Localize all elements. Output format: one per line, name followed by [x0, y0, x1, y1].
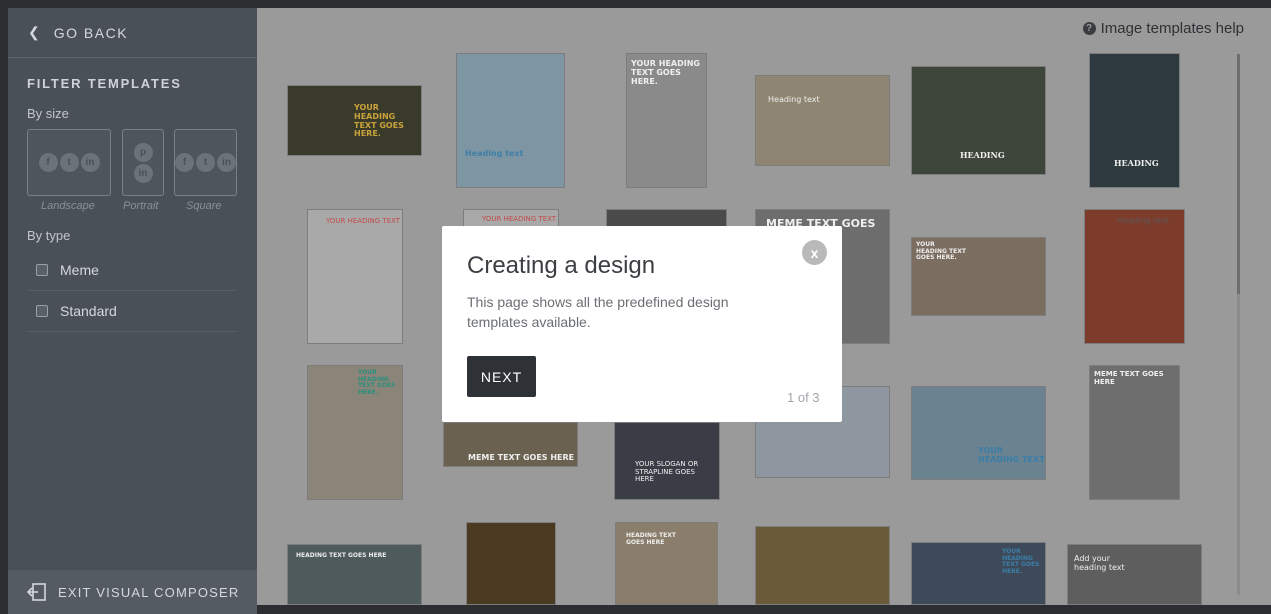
- exit-visual-composer-button[interactable]: EXIT VISUAL COMPOSER: [8, 570, 257, 614]
- template-card[interactable]: [755, 526, 890, 605]
- template-card[interactable]: YOUR HEADING TEXT GOES HERE.: [911, 542, 1046, 605]
- template-caption: YOUR HEADING TEXT GOES HERE.: [916, 241, 966, 262]
- template-card[interactable]: YOUR HEADING TEXT GOES HERE.: [287, 85, 422, 156]
- template-thumbnail: [756, 76, 889, 165]
- template-card[interactable]: YOUR HEADING TEXT: [911, 386, 1046, 480]
- template-card[interactable]: MEME TEXT GOES HERE: [1089, 365, 1180, 500]
- template-thumbnail: [308, 210, 402, 343]
- go-back-button[interactable]: ❮ GO BACK: [8, 8, 257, 58]
- exit-visual-composer-label: EXIT VISUAL COMPOSER: [58, 584, 240, 600]
- dialog-body: This page shows all the predefined desig…: [467, 294, 729, 330]
- meme-label: Meme: [60, 262, 99, 278]
- template-card[interactable]: YOUR HEADING TEXT GOES HERE.: [626, 53, 707, 188]
- template-thumbnail: [1085, 210, 1184, 343]
- template-caption: YOUR HEADING TEXT: [978, 446, 1045, 464]
- template-caption: HEADING: [960, 150, 1005, 160]
- template-thumbnail: [756, 527, 889, 604]
- exit-icon: [27, 583, 46, 601]
- help-icon: ?: [1082, 22, 1096, 35]
- size-filter-square[interactable]: f t in: [174, 129, 237, 196]
- template-card[interactable]: Heading text: [755, 75, 890, 166]
- facebook-icon: f: [38, 153, 58, 172]
- template-thumbnail: [912, 387, 1045, 479]
- template-caption: Add your heading text: [1074, 554, 1125, 572]
- by-type-label: By type: [27, 228, 71, 243]
- template-caption: MEME TEXT GOES HERE: [1094, 370, 1164, 386]
- help-label: Image templates help: [1100, 20, 1244, 37]
- meme-checkbox[interactable]: [36, 264, 48, 276]
- size-caption-portrait: Portrait: [123, 200, 159, 212]
- step-indicator: 1 of 3: [787, 390, 820, 405]
- template-caption: YOUR HEADING TEXT: [482, 215, 557, 223]
- standard-label: Standard: [60, 303, 117, 319]
- template-caption: YOUR HEADING TEXT: [326, 217, 401, 225]
- template-caption: YOUR SLOGAN OR STRAPLINE GOES HERE: [635, 460, 699, 484]
- next-button[interactable]: NEXT: [467, 356, 536, 397]
- type-filter-meme[interactable]: Meme: [27, 250, 237, 291]
- by-size-label: By size: [27, 106, 69, 121]
- facebook-icon: f: [175, 153, 194, 172]
- size-filter-portrait[interactable]: p in: [122, 129, 164, 196]
- template-card[interactable]: HEADING: [1089, 53, 1180, 188]
- template-caption: Heading text: [1117, 216, 1169, 225]
- creating-design-dialog: x Creating a design This page shows all …: [442, 226, 842, 422]
- linkedin-icon: in: [133, 163, 153, 183]
- size-filter-landscape[interactable]: f t in: [27, 129, 111, 196]
- template-card[interactable]: HEADING TEXT GOES HERE: [287, 544, 422, 605]
- standard-checkbox[interactable]: [36, 305, 48, 317]
- sidebar: ❮ GO BACK FILTER TEMPLATES By size f t i…: [8, 8, 257, 614]
- linkedin-icon: in: [80, 153, 100, 172]
- template-card[interactable]: Heading text: [456, 53, 565, 188]
- template-caption: HEADING TEXT GOES HERE: [296, 552, 387, 559]
- twitter-icon: t: [59, 153, 79, 172]
- template-card[interactable]: YOUR HEADING TEXT: [307, 209, 403, 344]
- size-caption-landscape: Landscape: [41, 200, 95, 212]
- template-card[interactable]: YOUR SLOGAN OR STRAPLINE GOES HERE: [614, 422, 720, 500]
- template-thumbnail: [467, 523, 555, 604]
- twitter-icon: t: [196, 153, 215, 172]
- template-card[interactable]: YOUR HEADING TEXT GOES HERE.: [911, 237, 1046, 316]
- template-card[interactable]: YOUR HEADING TEXT GOES HERE.: [307, 365, 403, 500]
- template-caption: YOUR HEADING TEXT GOES HERE.: [631, 59, 700, 86]
- template-caption: YOUR HEADING TEXT GOES HERE.: [358, 369, 396, 396]
- filter-templates-heading: FILTER TEMPLATES: [27, 76, 182, 91]
- template-card[interactable]: HEADING TEXT GOES HERE: [615, 522, 718, 605]
- go-back-label: GO BACK: [53, 24, 129, 41]
- template-card[interactable]: [466, 522, 556, 605]
- template-card[interactable]: MEME TEXT GOES HERE: [443, 422, 578, 467]
- linkedin-icon: in: [217, 153, 236, 172]
- template-caption: Heading text: [768, 95, 820, 104]
- image-templates-help-link[interactable]: ? Image templates help: [1082, 20, 1244, 37]
- template-card[interactable]: Add your heading text: [1067, 544, 1202, 605]
- template-card[interactable]: HEADING: [911, 66, 1046, 175]
- template-card[interactable]: Heading text: [1084, 209, 1185, 344]
- pinterest-icon: p: [133, 142, 153, 162]
- chevron-left-icon: ❮: [28, 24, 40, 40]
- close-button[interactable]: x: [802, 240, 827, 265]
- dialog-title: Creating a design: [467, 252, 656, 279]
- template-caption: YOUR HEADING TEXT GOES HERE.: [354, 103, 404, 139]
- scrollbar-thumb[interactable]: [1237, 54, 1240, 294]
- template-caption: MEME TEXT GOES HERE: [468, 453, 575, 462]
- template-caption: Heading text: [465, 149, 524, 158]
- template-caption: HEADING: [1114, 158, 1159, 168]
- template-caption: YOUR HEADING TEXT GOES HERE.: [1002, 548, 1040, 575]
- template-caption: HEADING TEXT GOES HERE: [626, 532, 676, 546]
- template-thumbnail: [457, 54, 564, 187]
- type-filter-standard[interactable]: Standard: [27, 291, 237, 332]
- size-caption-square: Square: [186, 200, 222, 212]
